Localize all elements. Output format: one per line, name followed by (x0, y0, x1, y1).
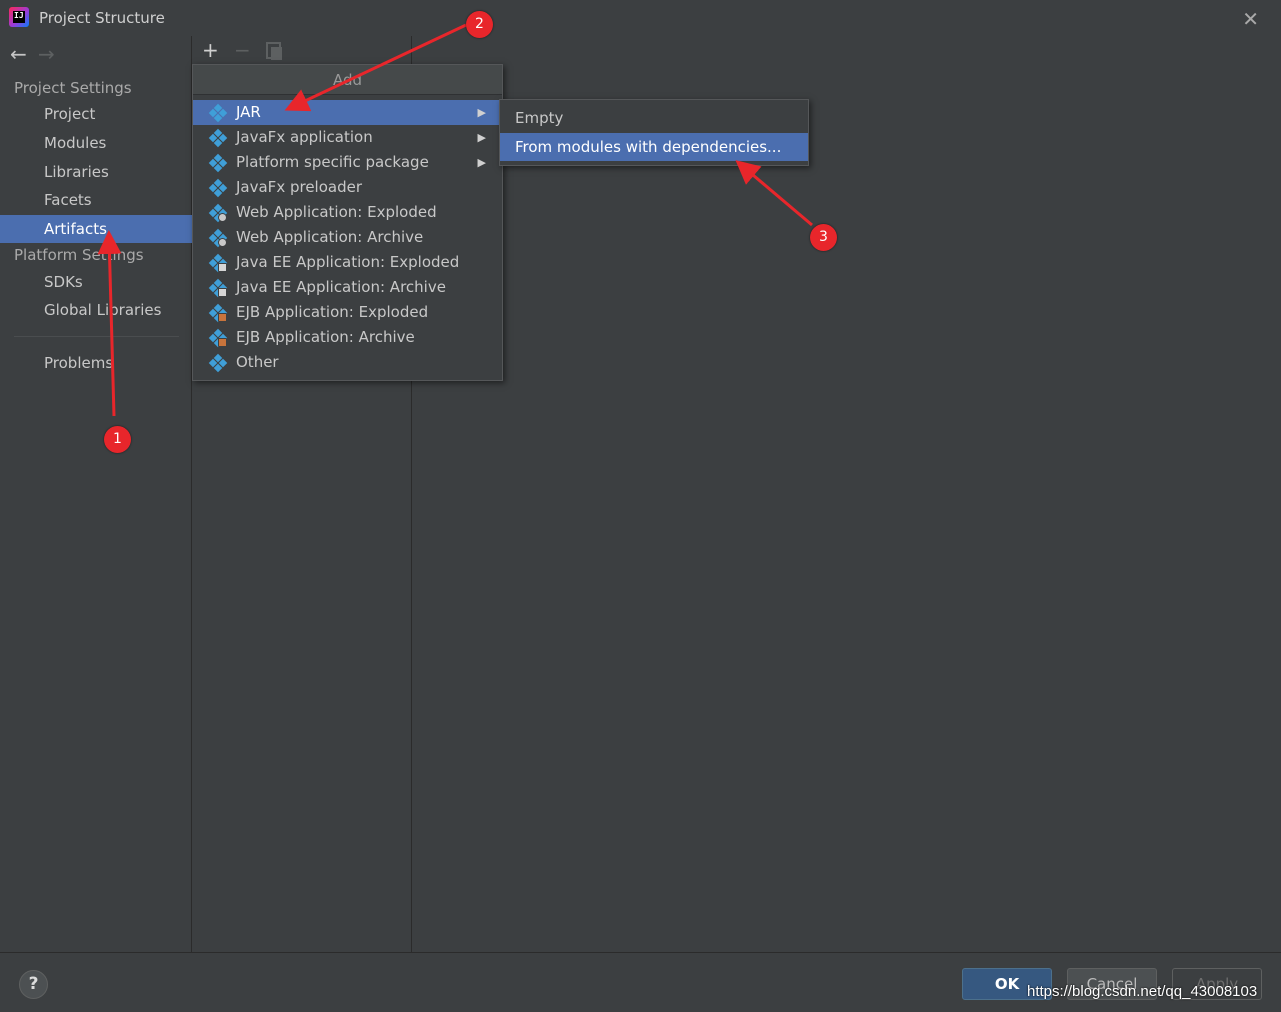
add-menu-header: Add (193, 65, 502, 95)
submenu-arrow-icon: ▶ (477, 131, 486, 144)
help-button[interactable]: ? (19, 970, 48, 999)
menu-item-web-application-exploded[interactable]: Web Application: Exploded (193, 200, 502, 225)
back-arrow-icon[interactable]: ← (10, 42, 38, 66)
package-icon (208, 153, 228, 173)
javaee-icon (208, 278, 228, 298)
submenu-item-empty[interactable]: Empty (500, 104, 808, 132)
watermark-text: https://blog.csdn.net/qq_43008103 (1027, 983, 1258, 1000)
artifact-details-panel (412, 36, 1281, 952)
menu-item-java-ee-application-exploded[interactable]: Java EE Application: Exploded (193, 250, 502, 275)
window-title: Project Structure (39, 9, 165, 27)
menu-item-ejb-application-exploded[interactable]: EJB Application: Exploded (193, 300, 502, 325)
menu-item-platform-specific-package[interactable]: Platform specific package ▶ (193, 150, 502, 175)
javaee-icon (208, 253, 228, 273)
ejb-icon (208, 303, 228, 323)
submenu-item-from-modules-with-dependencies[interactable]: From modules with dependencies... (500, 133, 808, 161)
sidebar-item-problems[interactable]: Problems (0, 349, 192, 377)
menu-item-label: EJB Application: Exploded (236, 303, 429, 321)
sidebar-item-global-libraries[interactable]: Global Libraries (0, 296, 192, 324)
forward-arrow-icon[interactable]: → (38, 42, 66, 66)
annotation-badge-1: 1 (104, 426, 131, 453)
annotation-badge-3: 3 (810, 224, 837, 251)
jar-icon (208, 103, 228, 123)
submenu-arrow-icon: ▶ (477, 106, 486, 119)
menu-item-label: JavaFx preloader (236, 178, 362, 196)
web-icon (208, 203, 228, 223)
annotation-badge-2: 2 (466, 11, 493, 38)
jar-submenu: Empty From modules with dependencies... (499, 99, 809, 166)
other-icon (208, 353, 228, 373)
menu-item-ejb-application-archive[interactable]: EJB Application: Archive (193, 325, 502, 350)
ejb-icon (208, 328, 228, 348)
settings-sidebar: ← → Project Settings Project Modules Libr… (0, 36, 192, 952)
sidebar-item-artifacts[interactable]: Artifacts (0, 215, 192, 243)
menu-item-label: EJB Application: Archive (236, 328, 415, 346)
close-icon[interactable]: ✕ (1242, 7, 1259, 31)
menu-item-label: JavaFx application (236, 128, 373, 146)
menu-item-label: Java EE Application: Exploded (236, 253, 460, 271)
copy-icon[interactable] (266, 42, 284, 62)
javafx-icon (208, 128, 228, 148)
menu-item-java-ee-application-archive[interactable]: Java EE Application: Archive (193, 275, 502, 300)
menu-item-javafx-preloader[interactable]: JavaFx preloader (193, 175, 502, 200)
platform-settings-heading: Platform Settings (14, 246, 144, 264)
add-artifact-menu: Add JAR ▶ JavaFx application ▶ Platform … (192, 64, 503, 381)
menu-item-label: Web Application: Archive (236, 228, 424, 246)
sidebar-item-sdks[interactable]: SDKs (0, 268, 192, 296)
history-navigation: ← → (10, 42, 66, 66)
menu-item-label: Platform specific package (236, 153, 429, 171)
sidebar-item-project[interactable]: Project (0, 100, 192, 128)
title-bar: IJ Project Structure ✕ (0, 0, 1281, 36)
intellij-app-icon: IJ (9, 7, 29, 27)
menu-item-label: Other (236, 353, 279, 371)
menu-item-label: Java EE Application: Archive (236, 278, 446, 296)
menu-item-web-application-archive[interactable]: Web Application: Archive (193, 225, 502, 250)
menu-item-javafx-application[interactable]: JavaFx application ▶ (193, 125, 502, 150)
menu-item-jar[interactable]: JAR ▶ (193, 100, 502, 125)
sidebar-item-libraries[interactable]: Libraries (0, 158, 192, 186)
remove-icon[interactable]: − (234, 38, 251, 62)
web-icon (208, 228, 228, 248)
menu-item-other[interactable]: Other (193, 350, 502, 375)
sidebar-item-facets[interactable]: Facets (0, 186, 192, 214)
dialog-footer: ? OK Cancel Apply https://blog.csdn.net/… (0, 952, 1281, 1012)
menu-item-label: JAR (236, 103, 261, 121)
add-icon[interactable]: + (202, 38, 219, 62)
sidebar-item-modules[interactable]: Modules (0, 129, 192, 157)
sidebar-divider (14, 336, 179, 337)
submenu-arrow-icon: ▶ (477, 156, 486, 169)
menu-item-label: Web Application: Exploded (236, 203, 437, 221)
project-settings-heading: Project Settings (14, 79, 132, 97)
javafx-preloader-icon (208, 178, 228, 198)
